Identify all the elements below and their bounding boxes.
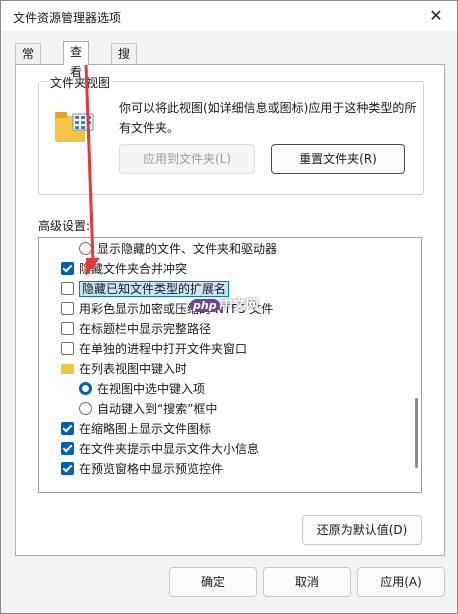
list-item[interactable]: 隐藏文件夹合并冲突	[61, 259, 187, 279]
apply-button[interactable]: 应用(A)	[357, 567, 445, 597]
advanced-settings-list[interactable]: 显示隐藏的文件、文件夹和驱动器 隐藏文件夹合并冲突 隐藏已知文件类型的扩展名 用…	[38, 237, 422, 493]
list-item[interactable]: 在视图中选中键入项	[79, 379, 205, 399]
checkbox-full-path[interactable]	[61, 322, 74, 335]
list-item-label: 自动键入到“搜索”框中	[97, 402, 218, 416]
list-item-label: 在预览窗格中显示预览控件	[79, 462, 224, 476]
tab-search[interactable]: 搜索	[111, 43, 138, 81]
checkbox-preview-handlers[interactable]	[61, 462, 74, 475]
reset-folders-button[interactable]: 重置文件夹(R)	[271, 144, 405, 174]
checkbox-color-ntfs[interactable]	[61, 302, 74, 315]
radio-type-into-search[interactable]	[79, 402, 92, 415]
list-item[interactable]: 在文件夹提示中显示文件大小信息	[61, 439, 259, 459]
list-item[interactable]: 在单独的进程中打开文件夹窗口	[61, 339, 247, 359]
watermark: php 中文网	[190, 294, 259, 313]
folder-icon	[61, 363, 74, 374]
folder-view-icon	[55, 112, 94, 142]
checkbox-folder-size-tips[interactable]	[61, 442, 74, 455]
advanced-settings-label: 高级设置:	[38, 219, 91, 233]
tab-general[interactable]: 常规	[15, 43, 42, 81]
list-item: 在列表视图中键入时	[61, 359, 187, 379]
checkbox-hide-merge-conflicts[interactable]	[61, 262, 74, 275]
list-item-label: 显示隐藏的文件、文件夹和驱动器	[97, 242, 278, 256]
list-item[interactable]: 显示隐藏的文件、文件夹和驱动器	[79, 239, 277, 259]
list-item[interactable]: 在预览窗格中显示预览控件	[61, 459, 223, 479]
watermark-badge: php	[190, 299, 220, 312]
watermark-text: 中文网	[219, 298, 259, 313]
folder-views-description: 你可以将此视图(如详细信息或图标)应用于这种类型的所有文件夹。	[119, 101, 417, 135]
list-item-label: 在视图中选中键入项	[97, 382, 206, 396]
list-item-label: 在单独的进程中打开文件夹窗口	[79, 342, 248, 356]
list-item[interactable]: 在标题栏中显示完整路径	[61, 319, 211, 339]
restore-defaults-button[interactable]: 还原为默认值(D)	[302, 515, 422, 545]
checkbox-separate-process[interactable]	[61, 342, 74, 355]
list-item-label: 在列表视图中键入时	[79, 362, 188, 376]
list-item-label: 隐藏文件夹合并冲突	[79, 262, 188, 276]
list-item-label: 在缩略图上显示文件图标	[79, 422, 212, 436]
radio-select-typed[interactable]	[79, 382, 92, 395]
cancel-button[interactable]: 取消	[263, 567, 351, 597]
checkbox-thumbnail-icons[interactable]	[61, 422, 74, 435]
radio-show-hidden[interactable]	[79, 242, 92, 255]
list-item-label: 在文件夹提示中显示文件大小信息	[79, 442, 260, 456]
ok-button[interactable]: 确定	[169, 567, 257, 597]
list-item-label: 在标题栏中显示完整路径	[79, 322, 212, 336]
title-bar: 文件资源管理器选项 ✕	[1, 1, 457, 31]
folder-views-group: 文件夹视图 你可以将此视图(如详细信息或图标)应用于这种类型的所有文件夹。 应用…	[38, 74, 424, 195]
apply-to-folders-button[interactable]: 应用到文件夹(L)	[119, 144, 255, 174]
close-icon[interactable]: ✕	[425, 6, 447, 26]
checkbox-hide-extensions[interactable]	[61, 282, 74, 295]
list-item[interactable]: 在缩略图上显示文件图标	[61, 419, 211, 439]
list-item[interactable]: 自动键入到“搜索”框中	[79, 399, 217, 419]
tab-view[interactable]: 查看	[63, 41, 90, 79]
list-scrollbar[interactable]	[415, 398, 418, 468]
window-title: 文件资源管理器选项	[13, 11, 122, 25]
